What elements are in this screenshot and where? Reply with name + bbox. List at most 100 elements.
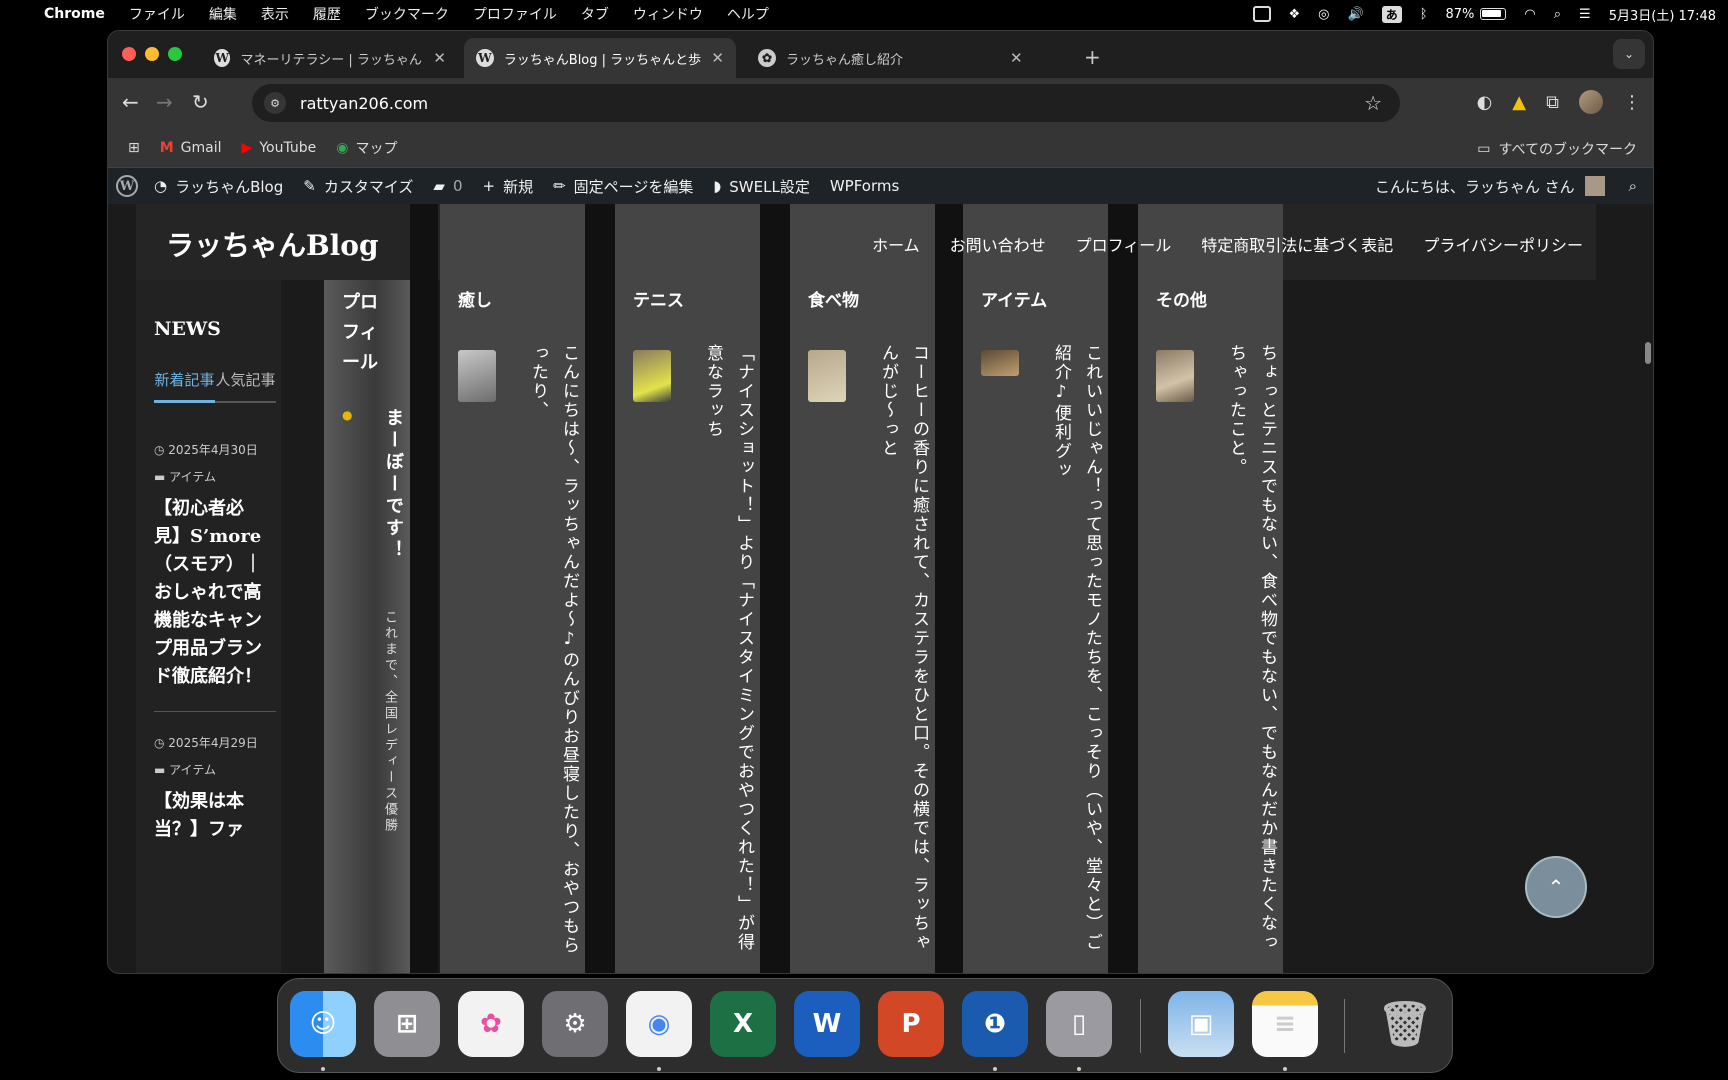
site-info-icon[interactable]: ⚙	[264, 92, 286, 114]
word-icon[interactable]: W	[794, 991, 860, 1057]
wp-new-link[interactable]: + 新規	[483, 176, 534, 197]
wp-swell-settings-link[interactable]: ◗ SWELL設定	[713, 176, 809, 197]
menu-file[interactable]: ファイル	[129, 4, 185, 24]
finder-icon[interactable]: ☺	[290, 991, 356, 1057]
scrollbar-thumb[interactable]	[1645, 342, 1651, 364]
more-menu-icon[interactable]: ⋮	[1623, 92, 1641, 113]
bluetooth-icon[interactable]: ᛒ	[1420, 7, 1428, 22]
clock[interactable]: 5月3日(土) 17:48	[1609, 5, 1716, 24]
menu-bookmarks[interactable]: ブックマーク	[365, 4, 449, 24]
page-scrollbar[interactable]	[1643, 204, 1653, 973]
trash-icon[interactable]: 🗑	[1372, 991, 1438, 1057]
notes-icon[interactable]: ≡	[1252, 991, 1318, 1057]
menu-help[interactable]: ヘルプ	[727, 4, 769, 24]
control-center-icon[interactable]: ☰	[1579, 7, 1591, 22]
category-column-tennis[interactable]: テニス 「ナイスショット！」より「ナイスタイミングでおやつくれた！」が得意なラッ…	[615, 204, 760, 973]
volume-icon[interactable]: 🔊	[1348, 7, 1364, 22]
column-thumbnail[interactable]	[981, 350, 1019, 376]
tab-money-literacy[interactable]: W マネーリテラシー | ラッちゃんBl ✕	[202, 38, 458, 78]
accessibility-icon[interactable]: ◎	[1318, 7, 1329, 22]
search-icon[interactable]: ⌕	[1629, 177, 1637, 195]
wp-account[interactable]: こんにちは、ラッちゃん さん ⌕	[1375, 168, 1637, 204]
tab-rattyan-blog[interactable]: W ラッちゃんBlog | ラッちゃんと歩 ✕	[464, 38, 736, 78]
1password-icon[interactable]: ❶	[962, 991, 1028, 1057]
wifi-icon[interactable]: ◠	[1524, 7, 1535, 22]
close-tab-icon[interactable]: ✕	[433, 49, 446, 67]
all-bookmarks-button[interactable]: ▭ すべてのブックマーク	[1477, 139, 1637, 159]
column-thumbnail[interactable]	[808, 350, 846, 402]
column-thumbnail[interactable]	[458, 350, 496, 402]
menu-window[interactable]: ウィンドウ	[633, 4, 703, 24]
wp-wpforms-link[interactable]: WPForms	[830, 177, 899, 195]
minimize-window-button[interactable]	[145, 47, 159, 61]
close-tab-icon[interactable]: ✕	[711, 49, 724, 67]
bookmark-gmail[interactable]: M Gmail	[160, 140, 222, 156]
nav-profile[interactable]: プロフィール	[1076, 232, 1172, 256]
zoom-window-button[interactable]	[168, 47, 182, 61]
reload-icon[interactable]: ↻	[192, 90, 209, 114]
nav-legal-notice[interactable]: 特定商取引法に基づく表記	[1201, 232, 1393, 256]
powerpoint-icon[interactable]: P	[878, 991, 944, 1057]
apps-grid-icon[interactable]: ⊞	[128, 140, 140, 156]
bookmark-star-icon[interactable]: ☆	[1364, 91, 1382, 115]
tab-popular-posts[interactable]: 人気記事	[215, 372, 276, 401]
wp-edit-page-link[interactable]: ✏ 固定ページを編集	[553, 176, 693, 197]
nav-contact[interactable]: お問い合わせ	[950, 232, 1046, 256]
system-settings-icon[interactable]: ⚙	[542, 991, 608, 1057]
address-bar[interactable]: ⚙ rattyan206.com ☆	[252, 84, 1400, 122]
status-app-icon[interactable]	[1252, 6, 1271, 22]
menu-view[interactable]: 表示	[261, 4, 289, 24]
url-text[interactable]: rattyan206.com	[300, 94, 428, 113]
preview-icon[interactable]: ▣	[1168, 991, 1234, 1057]
photos-icon[interactable]: ✿	[458, 991, 524, 1057]
battery-indicator[interactable]: 87%	[1446, 7, 1507, 22]
input-method-icon[interactable]: あ	[1381, 5, 1402, 23]
new-tab-button[interactable]: +	[1084, 45, 1101, 69]
bookmark-maps[interactable]: ◉ マップ	[336, 138, 397, 158]
profile-avatar[interactable]	[1579, 90, 1603, 114]
extension-icon[interactable]: ◐	[1477, 92, 1493, 113]
menu-edit[interactable]: 編集	[209, 4, 237, 24]
google-drive-icon[interactable]: ▲	[1512, 92, 1526, 113]
column-thumbnail[interactable]	[633, 350, 671, 402]
post-title[interactable]: 【初心者必見】S’more（スモア）｜おしゃれで高機能なキャンプ用品ブランド徹底…	[154, 495, 263, 691]
tab-new-posts[interactable]: 新着記事	[154, 372, 215, 403]
extensions-puzzle-icon[interactable]: ⧉	[1546, 92, 1559, 113]
post-title[interactable]: 【効果は本当？】ファ	[154, 788, 263, 844]
menu-tab[interactable]: タブ	[581, 4, 609, 24]
excel-icon[interactable]: X	[710, 991, 776, 1057]
tab-healing-intro[interactable]: ✿ ラッちゃん癒し紹介 ✕	[746, 38, 1072, 78]
bookmark-youtube[interactable]: ▶ YouTube	[242, 140, 317, 156]
post-item[interactable]: ◷ 2025年4月30日 ▬ アイテム 【初心者必見】S’more（スモア）｜お…	[154, 443, 263, 691]
chrome-icon[interactable]: ◉	[626, 991, 692, 1057]
iphone-mirroring-icon[interactable]: ▯	[1046, 991, 1112, 1057]
menu-history[interactable]: 履歴	[313, 4, 341, 24]
post-date: ◷ 2025年4月30日	[154, 443, 258, 457]
wp-customize-link[interactable]: ✎ カスタマイズ	[303, 176, 413, 197]
menu-profiles[interactable]: プロファイル	[473, 4, 557, 24]
wordpress-logo-icon[interactable]: W	[116, 175, 138, 197]
nav-home[interactable]: ホーム	[872, 232, 920, 256]
back-icon[interactable]: ←	[122, 90, 139, 114]
tab-search-button[interactable]: ⌄	[1613, 39, 1645, 69]
nav-privacy-policy[interactable]: プライバシーポリシー	[1423, 232, 1583, 256]
launchpad-icon[interactable]: ⊞	[374, 991, 440, 1057]
post-item[interactable]: ◷ 2025年4月29日 ▬ アイテム 【効果は本当？】ファ	[154, 736, 263, 844]
forward-icon[interactable]: →	[156, 90, 173, 114]
category-column-food[interactable]: 食べ物 コーヒーの香りに癒されて、カステラをひと口。その横では、ラッちゃんがじ〜…	[790, 204, 935, 973]
back-to-top-button[interactable]: ⌃	[1525, 856, 1587, 918]
close-window-button[interactable]	[122, 47, 136, 61]
category-column-other[interactable]: その他 ちょっとテニスでもない、食べ物でもない、でもなんだか書きたくなっちゃった…	[1138, 204, 1283, 973]
category-column-healing[interactable]: 癒し こんにちは〜、ラッちゃんだよ〜♪のんびりお昼寝したり、おやつもらったり、	[440, 204, 585, 973]
close-tab-icon[interactable]: ✕	[1010, 49, 1023, 67]
wp-site-link[interactable]: ◔ ラッちゃんBlog	[154, 176, 283, 197]
column-thumbnail[interactable]	[1156, 350, 1194, 402]
site-logo[interactable]: ラッちゃんBlog	[166, 224, 379, 264]
wp-comments-link[interactable]: ▰ 0	[433, 177, 462, 195]
spotlight-icon[interactable]: ⌕	[1554, 7, 1561, 22]
category-column-items[interactable]: アイテム これいいじゃん！って思ったモノたちを、こっそり（いや、堂々と）ご紹介♪…	[963, 204, 1108, 973]
menu-app-name[interactable]: Chrome	[44, 6, 105, 22]
wordpress-icon: W	[476, 49, 494, 67]
wordpress-icon: W	[214, 49, 231, 67]
dropbox-icon[interactable]: ❖	[1289, 7, 1301, 22]
